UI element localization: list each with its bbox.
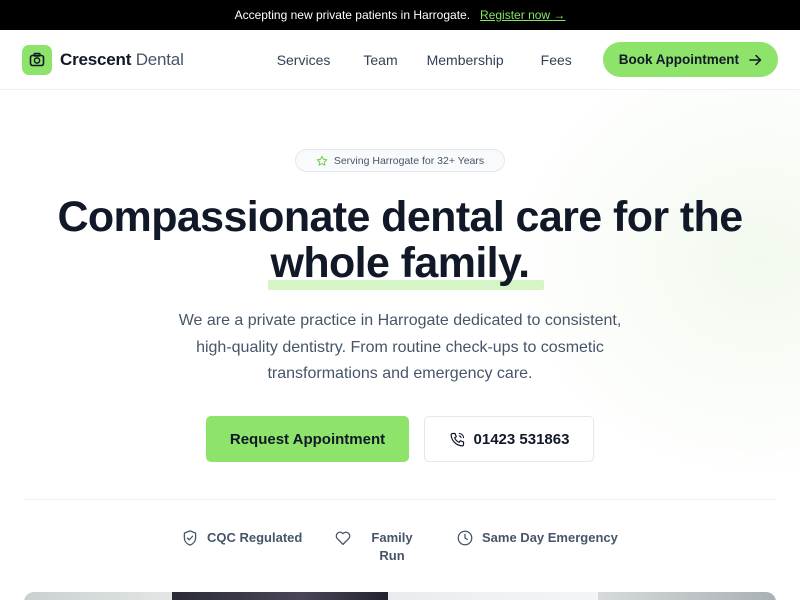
- nav-item-membership[interactable]: Membership: [427, 52, 504, 68]
- headline-line-2: whole family.: [270, 239, 530, 287]
- feature-cqc: CQC Regulated: [181, 530, 302, 547]
- logo[interactable]: Crescent Dental: [22, 44, 184, 75]
- hero-section: Serving Harrogate for 32+ Years Compassi…: [0, 90, 800, 600]
- clock-icon: [457, 530, 473, 546]
- brand-name-bold: Crescent: [60, 49, 132, 69]
- badge-text: Serving Harrogate for 32+ Years: [333, 154, 485, 167]
- request-appointment-button[interactable]: Request Appointment: [206, 416, 409, 462]
- subtext-line-2: high-quality dentistry. From routine che…: [196, 338, 604, 356]
- nav-item-services[interactable]: Services: [277, 52, 331, 68]
- subtext-line-3: transformations and emergency care.: [267, 365, 533, 382]
- call-phone-button[interactable]: 01423 531863: [424, 416, 594, 462]
- site-header: Crescent Dental Services Team Membership…: [0, 30, 800, 90]
- phone-icon: [450, 432, 464, 446]
- divider: [24, 499, 776, 500]
- register-link[interactable]: Register now →: [480, 8, 565, 22]
- clinic-photo-strip: [24, 592, 776, 600]
- brand-name: Crescent Dental: [60, 50, 184, 70]
- main-nav: Services Team Membership Fees Book Appoi…: [277, 42, 778, 77]
- nav-item-team[interactable]: Team: [363, 52, 397, 68]
- announcement-bar: Accepting new private patients in Harrog…: [0, 0, 800, 30]
- book-appointment-button[interactable]: Book Appointment: [602, 42, 778, 77]
- heart-icon: [335, 531, 351, 546]
- feature-family: Family Run: [334, 530, 417, 565]
- feature-cqc-label: CQC Regulated: [207, 530, 303, 545]
- tooth-camera-icon: [22, 44, 52, 75]
- headline-line-1: Compassionate dental care for the: [57, 193, 743, 241]
- brand-name-light: Dental: [135, 49, 184, 69]
- phone-number: 01423 531863: [473, 430, 570, 448]
- shield-check-icon: [183, 530, 197, 546]
- hero-subtext: We are a private practice in Harrogate d…: [0, 308, 800, 388]
- feature-emergency-label: Same Day Emergency: [482, 530, 618, 545]
- star-icon: [316, 155, 328, 166]
- feature-family-label: Family Run: [371, 530, 413, 563]
- book-appointment-label: Book Appointment: [618, 52, 739, 67]
- years-badge: Serving Harrogate for 32+ Years: [295, 149, 505, 172]
- announcement-text: Accepting new private patients in Harrog…: [234, 8, 471, 22]
- arrow-right-icon: [749, 54, 762, 65]
- feature-emergency: Same Day Emergency: [456, 530, 618, 547]
- nav-item-fees[interactable]: Fees: [541, 52, 572, 68]
- hero-headline: Compassionate dental care for the whole …: [0, 194, 800, 286]
- subtext-line-1: We are a private practice in Harrogate d…: [178, 312, 622, 329]
